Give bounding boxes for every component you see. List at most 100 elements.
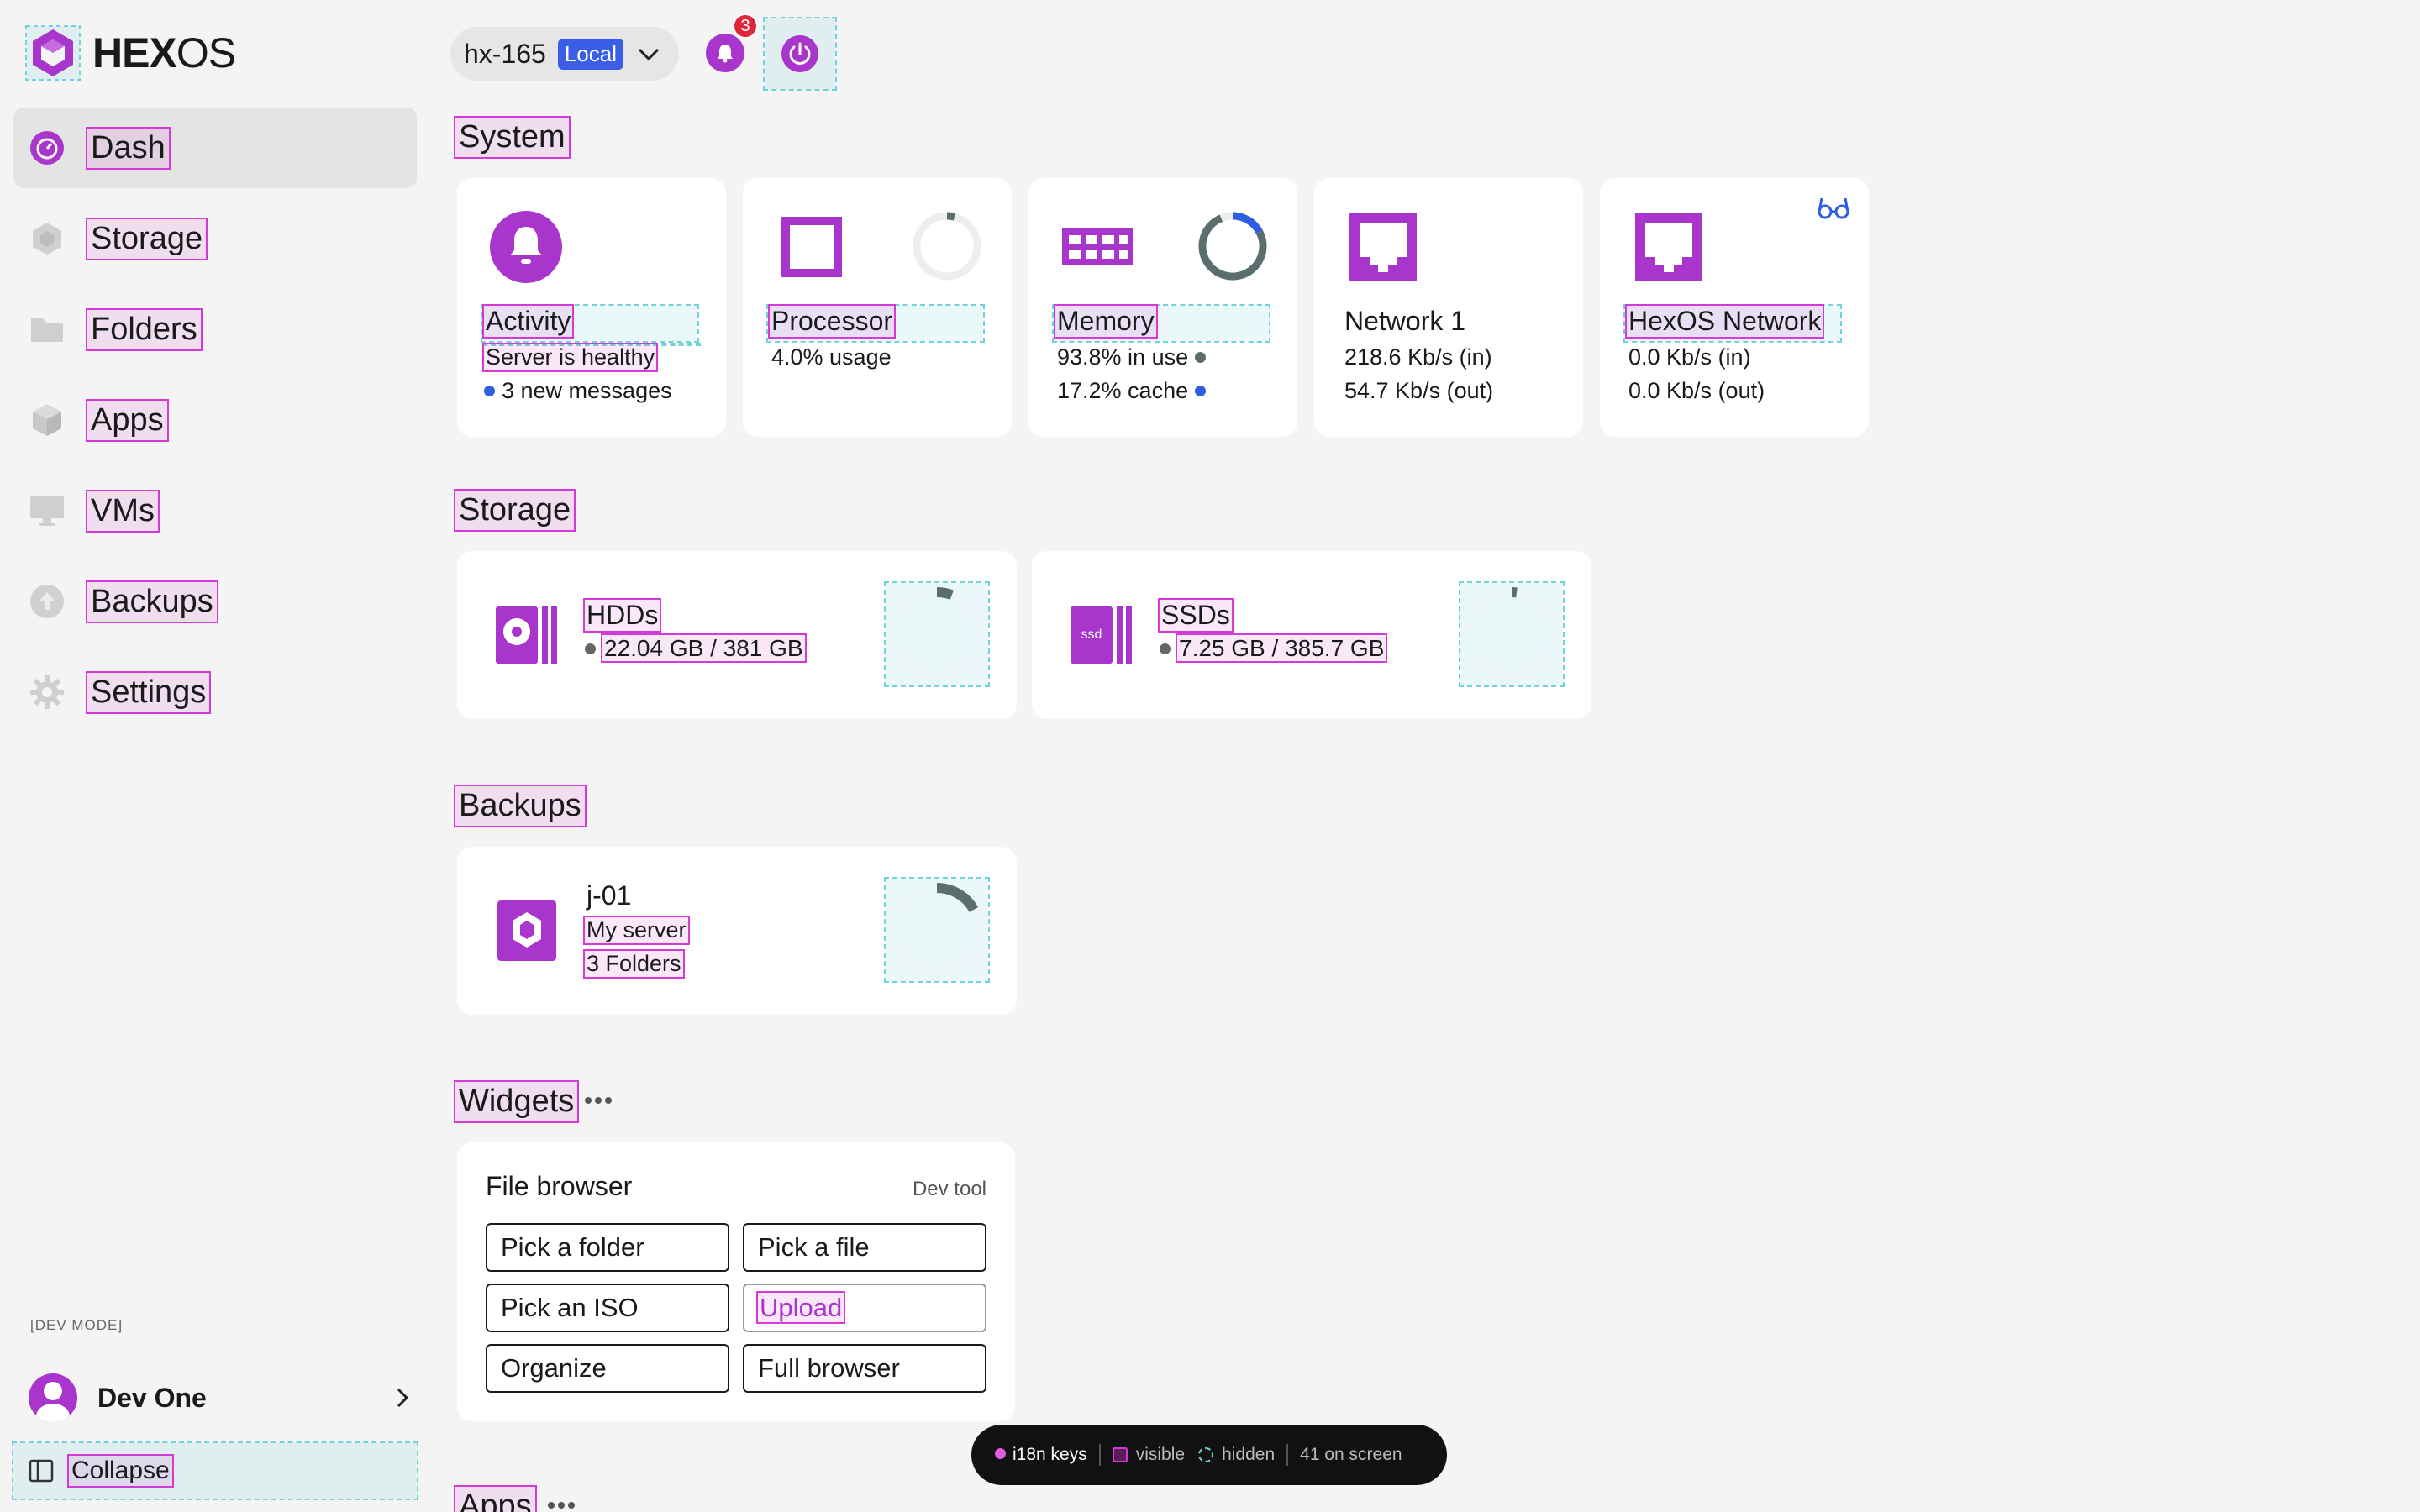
section-title-widgets: Widgets (453, 1080, 580, 1123)
memory-in-use-line: 93.8% in use (1055, 344, 1214, 370)
i18n-dev-toolbar: i18n keys visible hidden 41 on screen (971, 1425, 1447, 1485)
bell-icon (718, 45, 733, 63)
upload-button[interactable]: Upload (743, 1284, 986, 1332)
sidebar-item-label: Settings (85, 670, 212, 714)
collapse-button[interactable]: Collapse (12, 1441, 418, 1500)
hexos-network-card[interactable]: HexOS Network 0.0 Kb/s (in) 0.0 Kb/s (ou… (1600, 178, 1869, 437)
on-screen-count: 41 on screen (1300, 1445, 1402, 1464)
power-button[interactable] (763, 17, 837, 91)
sidebar-item-settings[interactable]: Settings (13, 652, 417, 732)
network1-card[interactable]: Network 1 218.6 Kb/s (in) 54.7 Kb/s (out… (1314, 178, 1583, 437)
new-messages-line[interactable]: 3 new messages (476, 378, 674, 404)
folder-icon (29, 311, 66, 348)
network1-in: 218.6 Kb/s (in) (1344, 344, 1492, 370)
sidebar-item-label: Dash (86, 126, 171, 170)
pick-file-button[interactable]: Pick a file (743, 1223, 986, 1272)
ethernet-port-icon (1349, 213, 1417, 281)
hdds-title: HDDs (582, 598, 662, 633)
hexos-network-in: 0.0 Kb/s (in) (1628, 344, 1751, 370)
storage-hexagon-icon (29, 220, 66, 257)
user-name: Dev One (97, 1382, 207, 1413)
server-selector[interactable]: hx-165 Local (450, 27, 679, 81)
memory-cache: 17.2% cache (1057, 378, 1189, 403)
bell-icon (490, 211, 562, 283)
sidebar-panel-icon (29, 1459, 54, 1483)
apps-cube-icon (29, 402, 66, 438)
sidebar-item-folders[interactable]: Folders (13, 289, 417, 370)
sidebar-item-dash[interactable]: Dash (13, 108, 417, 188)
notifications-button[interactable] (706, 34, 744, 72)
status-dot (1160, 643, 1171, 654)
hdds-usage-ring (890, 587, 984, 681)
hexos-logo[interactable]: HEXOS (25, 25, 236, 81)
backup-card[interactable]: j-01 My server 3 Folders (457, 847, 1017, 1015)
backup-progress-ring (890, 883, 984, 977)
sidebar: HEXOS Dash Storage Folders Apps VMs Back… (0, 0, 429, 1512)
processor-usage: 4.0% usage (771, 344, 892, 370)
hidden-toggle[interactable]: hidden (1222, 1445, 1275, 1465)
memory-title: Memory (1054, 304, 1158, 339)
section-title-storage: Storage (453, 489, 576, 532)
chevron-down-icon (638, 48, 660, 61)
ssds-title: SSDs (1158, 598, 1234, 633)
backup-progress-ring-box (884, 877, 990, 983)
notification-count-badge: 3 (733, 13, 758, 39)
sidebar-item-label: Storage (85, 217, 208, 260)
sidebar-item-apps[interactable]: Apps (13, 380, 417, 460)
sidebar-nav: Dash Storage Folders Apps VMs Backups Se… (13, 108, 417, 743)
sidebar-item-backups[interactable]: Backups (13, 561, 417, 642)
ssd-icon: ssd (1071, 606, 1132, 664)
sidebar-item-storage[interactable]: Storage (13, 198, 417, 279)
memory-card[interactable]: Memory 93.8% in use 17.2% cache (1028, 178, 1297, 437)
pick-folder-button[interactable]: Pick a folder (486, 1223, 729, 1272)
hdds-usage-ring-box (884, 581, 990, 687)
processor-title: Processor (767, 304, 897, 339)
backup-name: j-01 (587, 880, 632, 911)
sidebar-item-label: Backups (86, 580, 218, 623)
divider (1286, 1444, 1289, 1466)
organize-button[interactable]: Organize (486, 1344, 729, 1393)
ssds-usage-ring (1465, 587, 1559, 681)
ssds-usage: 7.25 GB / 385.7 GB (1175, 633, 1388, 663)
user-menu[interactable]: Dev One (29, 1371, 415, 1425)
backup-folders: 3 Folders (583, 949, 685, 979)
sidebar-item-label: Apps (86, 398, 169, 442)
status-dot (484, 385, 495, 396)
sidebar-item-label: Folders (86, 307, 203, 351)
file-browser-title: File browser (486, 1171, 633, 1201)
hexos-network-out: 0.0 Kb/s (out) (1628, 378, 1765, 403)
pick-iso-button[interactable]: Pick an ISO (486, 1284, 729, 1332)
ssds-card[interactable]: ssd SSDs 7.25 GB / 385.7 GB (1032, 551, 1591, 719)
new-messages-text: 3 new messages (502, 378, 672, 403)
server-local-badge: Local (557, 38, 623, 70)
power-icon (781, 35, 818, 72)
section-title-system: System (454, 116, 571, 159)
svg-text:ssd: ssd (1081, 627, 1102, 642)
file-browser-widget: File browser Dev tool Pick a folder Pick… (457, 1142, 1015, 1421)
logo-text: HEXOS (92, 29, 236, 76)
hdds-card[interactable]: HDDs 22.04 GB / 381 GB (457, 551, 1017, 719)
sidebar-item-vms[interactable]: VMs (13, 470, 417, 551)
backup-hex-icon (497, 900, 556, 961)
sidebar-item-label: VMs (86, 489, 160, 533)
activity-card[interactable]: Activity Server is healthy 3 new message… (457, 178, 726, 437)
gear-icon (29, 674, 66, 711)
more-options-icon[interactable] (546, 1500, 576, 1510)
i18n-keys-toggle[interactable]: i18n keys (1013, 1445, 1087, 1465)
avatar (29, 1373, 77, 1422)
divider (1098, 1444, 1101, 1466)
ssds-usage-ring-box (1459, 581, 1565, 687)
glasses-icon[interactable] (1817, 195, 1850, 222)
visible-toggle[interactable]: visible (1136, 1445, 1185, 1465)
server-name: hx-165 (464, 38, 546, 69)
hdd-icon (496, 606, 557, 664)
dashboard-icon (29, 129, 66, 166)
full-browser-button[interactable]: Full browser (743, 1344, 986, 1393)
memory-usage-ring (1198, 212, 1267, 281)
more-options-icon[interactable] (583, 1095, 613, 1105)
activity-title: Activity (481, 304, 575, 339)
memory-ram-icon (1062, 228, 1133, 265)
hdds-usage-line: 22.04 GB / 381 GB (585, 633, 807, 663)
hidden-swatch-icon (1198, 1447, 1214, 1462)
processor-card[interactable]: Processor 4.0% usage (743, 178, 1012, 437)
